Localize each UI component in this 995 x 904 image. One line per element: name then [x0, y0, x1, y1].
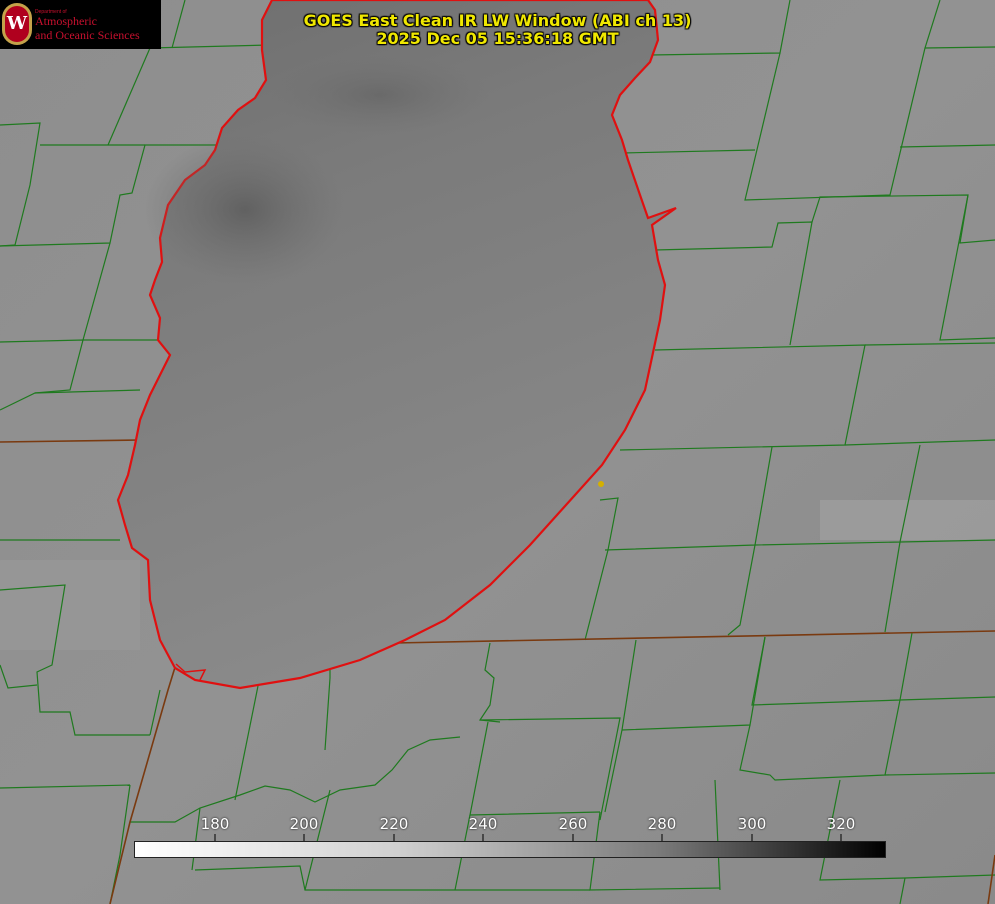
- lake-dark-patch: [145, 135, 345, 285]
- satellite-map: [0, 0, 995, 904]
- colorbar-tick-label: 260: [558, 815, 588, 833]
- colorbar-tick-label: 280: [647, 815, 677, 833]
- colorbar-tick-label: 240: [468, 815, 498, 833]
- location-marker: [598, 481, 604, 487]
- land-bright-band: [0, 560, 140, 650]
- image-timestamp: 2025 Dec 05 15:36:18 GMT: [376, 29, 619, 48]
- colorbar-tick-label: 180: [200, 815, 230, 833]
- colorbar-tick-label: 220: [379, 815, 409, 833]
- colorbar-tick-label: 320: [826, 815, 856, 833]
- temperature-colorbar: [134, 841, 886, 858]
- colorbar-tick-label: 200: [289, 815, 319, 833]
- image-title: GOES East Clean IR LW Window (ABI ch 13): [303, 11, 692, 30]
- colorbar-tick-label: 300: [737, 815, 767, 833]
- lake-dark-patch: [270, 55, 490, 135]
